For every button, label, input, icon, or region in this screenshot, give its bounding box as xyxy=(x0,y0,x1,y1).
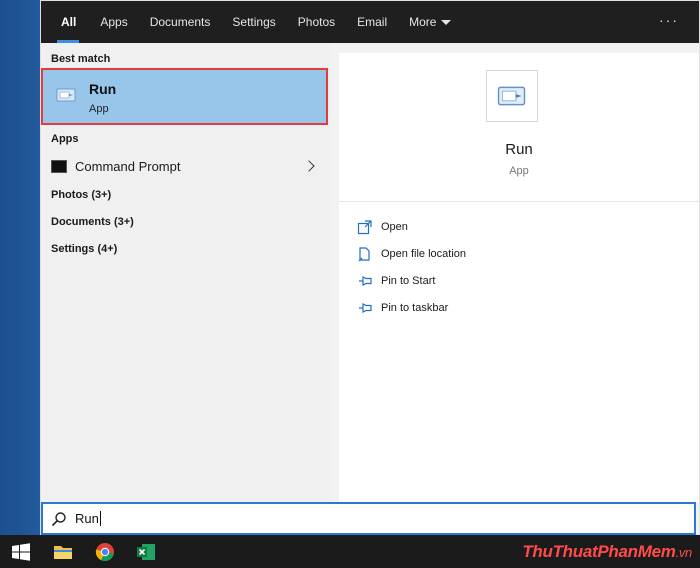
tab-apps[interactable]: Apps xyxy=(89,1,138,43)
more-options-icon[interactable]: ··· xyxy=(659,1,679,43)
caret-down-icon xyxy=(441,19,452,25)
tab-documents[interactable]: Documents xyxy=(139,1,222,43)
open-icon xyxy=(357,220,372,235)
excel-icon[interactable] xyxy=(136,542,156,562)
file-location-icon xyxy=(358,247,370,262)
run-icon xyxy=(56,88,76,102)
chrome-icon[interactable] xyxy=(95,542,115,562)
watermark-logo: ThuThuatPhanMem.vn xyxy=(522,542,692,561)
search-icon xyxy=(51,512,66,527)
tab-all[interactable]: All xyxy=(41,1,89,43)
start-search-panel: All Apps Documents Settings Photos Email… xyxy=(40,0,700,535)
action-pin-to-taskbar[interactable]: Pin to taskbar xyxy=(357,298,448,318)
tab-photos[interactable]: Photos xyxy=(287,1,346,43)
app-detail-pane: Run App Open Open file location Pin to S… xyxy=(339,53,699,503)
action-open-file-location[interactable]: Open file location xyxy=(357,244,466,264)
pin-icon xyxy=(359,303,372,313)
action-open-file-location-label: Open file location xyxy=(381,248,466,260)
best-match-run[interactable]: Run App xyxy=(41,68,328,125)
search-input-value: Run xyxy=(75,511,101,526)
list-item-command-prompt[interactable]: Command Prompt xyxy=(41,153,331,181)
action-open[interactable]: Open xyxy=(357,217,408,237)
action-pin-to-start[interactable]: Pin to Start xyxy=(357,271,435,291)
action-open-label: Open xyxy=(381,221,408,233)
pin-icon xyxy=(359,276,372,286)
app-detail-title: Run xyxy=(505,141,533,158)
command-prompt-icon xyxy=(51,160,67,173)
action-pin-to-taskbar-label: Pin to taskbar xyxy=(381,302,449,314)
best-match-title: Run xyxy=(89,81,117,97)
category-documents[interactable]: Documents (3+) xyxy=(51,216,134,228)
search-input[interactable]: Run xyxy=(41,502,696,535)
tab-email[interactable]: Email xyxy=(346,1,398,43)
chevron-right-icon[interactable] xyxy=(303,160,315,172)
category-settings[interactable]: Settings (4+) xyxy=(51,243,117,255)
search-tab-bar: All Apps Documents Settings Photos Email… xyxy=(41,1,699,43)
results-list: Best match Run App Apps Command Prompt P… xyxy=(41,43,331,503)
tab-more[interactable]: More xyxy=(398,1,462,43)
text-cursor xyxy=(99,511,101,526)
action-pin-to-start-label: Pin to Start xyxy=(381,275,436,287)
apps-heading: Apps xyxy=(51,133,79,145)
command-prompt-label: Command Prompt xyxy=(75,159,181,174)
category-photos[interactable]: Photos (3+) xyxy=(51,189,111,201)
file-explorer-icon[interactable] xyxy=(53,542,73,562)
best-match-subtitle: App xyxy=(89,103,109,115)
windows-start-icon[interactable] xyxy=(11,542,31,562)
tab-settings[interactable]: Settings xyxy=(221,1,286,43)
run-large-icon xyxy=(486,70,538,122)
taskbar: ThuThuatPhanMem.vn xyxy=(0,535,700,568)
app-detail-subtitle: App xyxy=(509,165,529,177)
app-detail-header: Run App xyxy=(339,53,699,202)
best-match-heading: Best match xyxy=(51,53,111,65)
tab-more-label: More xyxy=(409,15,437,29)
